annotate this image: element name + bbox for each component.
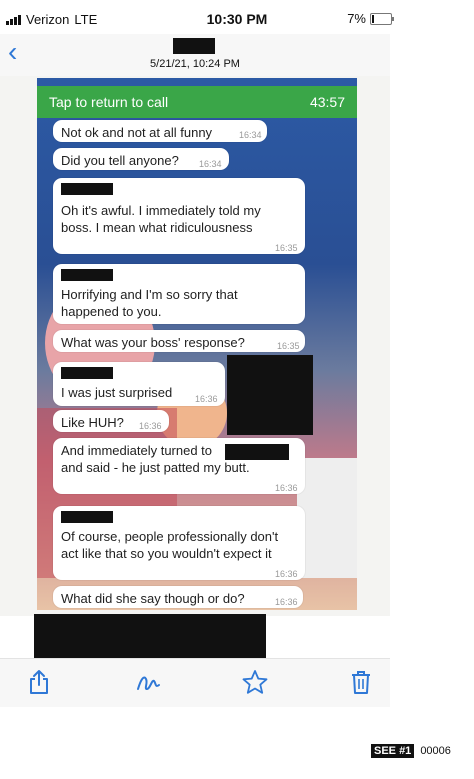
battery-icon	[370, 12, 394, 25]
message-bubble: Did you tell anyone? 16:34	[53, 148, 229, 170]
status-time: 10:30 PM	[206, 11, 268, 27]
message-bubble: Horrifying and I'm so sorry that happene…	[53, 264, 305, 324]
message-text: I was just surprised	[61, 385, 173, 400]
status-bar: Verizon LTE 10:30 PM 7%	[0, 0, 474, 34]
message-text: Like HUH?	[61, 415, 124, 430]
message-bubble: Not ok and not at all funny 16:34	[53, 120, 267, 142]
message-bubble: I was just surprised 16:36	[53, 362, 225, 406]
message-text: Horrifying and I'm so sorry that happene…	[61, 287, 238, 319]
redaction-box	[227, 355, 313, 435]
message-text: And immediately turned to and said - he …	[61, 443, 250, 475]
message-bubble: Like HUH? 16:36	[53, 410, 169, 432]
message-time: 16:34	[199, 159, 222, 169]
message-bubble: Oh it's awful. I immediately told my bos…	[53, 178, 305, 254]
message-bubble: Of course, people professionally don't a…	[53, 506, 305, 580]
message-text: Not ok and not at all funny	[61, 125, 213, 140]
redacted-title	[173, 38, 215, 54]
call-banner-label: Tap to return to call	[49, 94, 169, 110]
share-icon[interactable]	[22, 667, 56, 697]
exhibit-tag: SEE #1 00006	[371, 744, 451, 758]
message-time: 16:35	[277, 341, 300, 351]
photo-date: 5/21/21, 10:24 PM	[150, 58, 240, 70]
message-bubble: What was your boss' response? 16:35	[53, 330, 305, 352]
photo-header: ‹ 5/21/21, 10:24 PM	[0, 34, 390, 77]
favorite-star-icon[interactable]	[238, 667, 272, 697]
message-time: 16:36	[275, 597, 298, 607]
message-text: What did she say though or do?	[61, 591, 245, 606]
message-time: 16:36	[275, 483, 298, 493]
background-shirt	[297, 458, 357, 578]
see-badge: SEE #1	[371, 744, 415, 758]
redacted-sender	[61, 183, 113, 195]
markup-icon[interactable]	[132, 667, 166, 697]
screenshot-photo: Tap to return to call 43:57 Not ok and n…	[37, 78, 357, 610]
message-text: Did you tell anyone?	[61, 153, 179, 168]
redacted-sender	[61, 511, 113, 523]
return-to-call-banner[interactable]: Tap to return to call 43:57	[37, 86, 357, 118]
message-time: 16:36	[139, 421, 162, 431]
message-text: Oh it's awful. I immediately told my bos…	[61, 203, 261, 235]
message-text: Of course, people professionally don't a…	[61, 529, 279, 561]
call-timer: 43:57	[309, 94, 345, 110]
battery-group: 7%	[347, 11, 394, 26]
photo-toolbar	[0, 658, 390, 707]
battery-percent: 7%	[347, 11, 366, 26]
message-text: What was your boss' response?	[61, 335, 245, 350]
redacted-caption	[34, 614, 266, 658]
redacted-sender	[61, 367, 113, 379]
redacted-sender	[61, 269, 113, 281]
message-time: 16:34	[239, 130, 262, 140]
message-time: 16:36	[275, 569, 298, 579]
message-time: 16:35	[275, 243, 298, 253]
message-bubble: What did she say though or do? 16:36	[53, 586, 303, 608]
trash-icon[interactable]	[344, 667, 378, 697]
message-time: 16:36	[195, 394, 218, 404]
redaction-box	[225, 444, 289, 460]
bates-number: 00006	[420, 745, 451, 757]
